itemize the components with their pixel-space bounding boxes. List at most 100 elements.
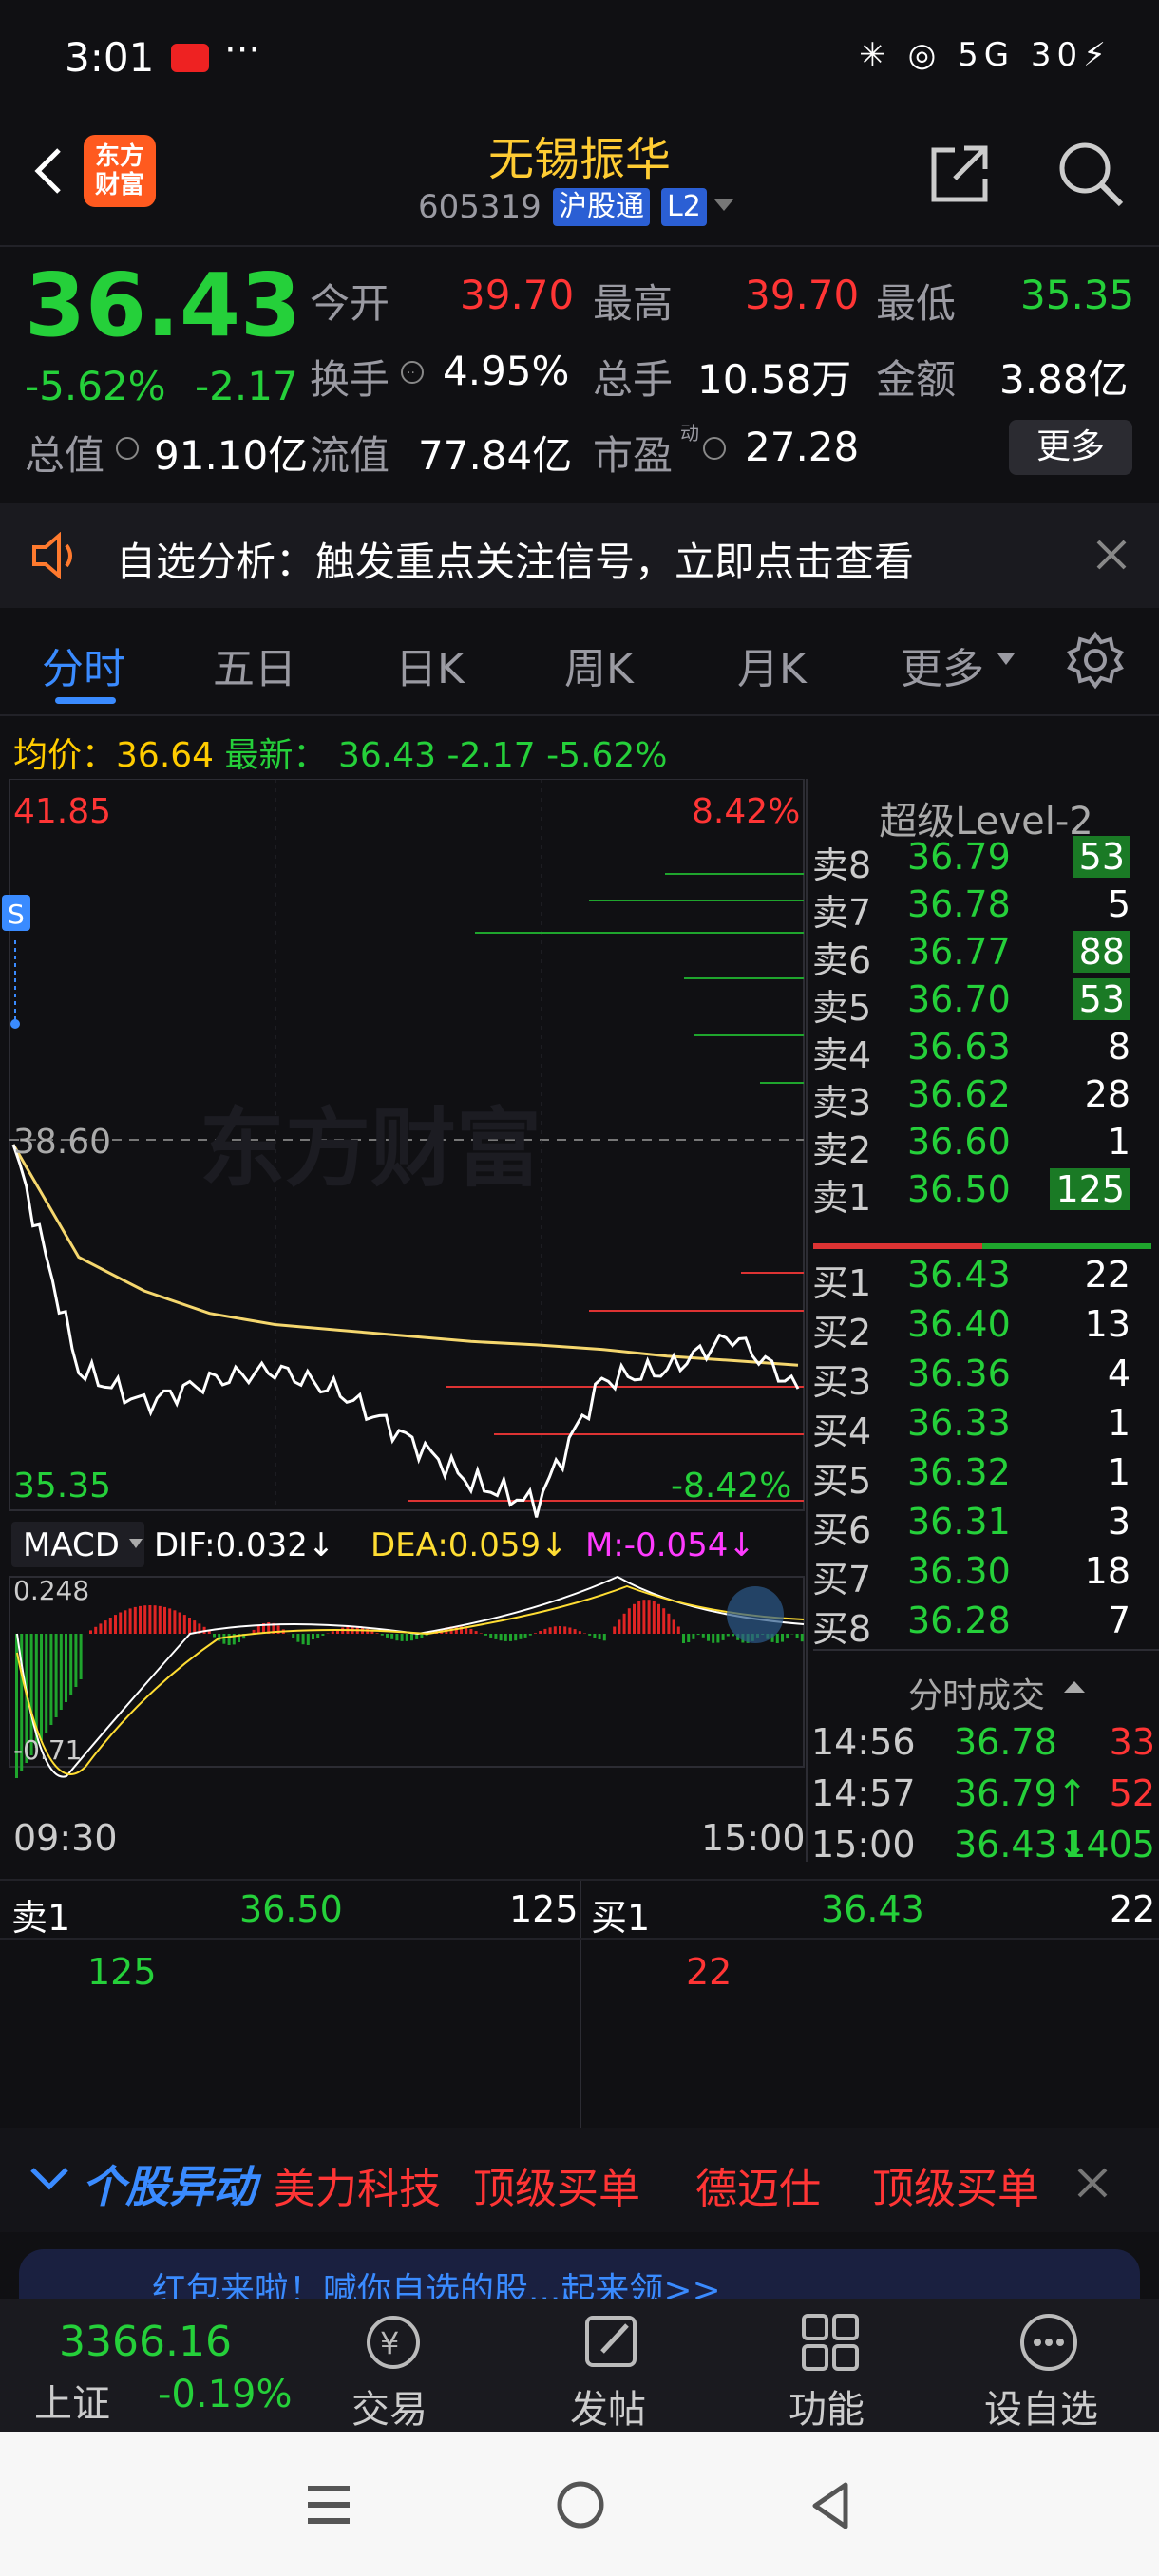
dea-label: DEA:0.059↓ bbox=[370, 1526, 568, 1564]
ticker-item-4[interactable]: 顶级买单 bbox=[872, 2154, 1039, 2215]
ask-row[interactable]: 卖5 36.70 53 bbox=[812, 978, 1159, 1029]
order-price: 36.62 bbox=[907, 1073, 1011, 1115]
macd-bar bbox=[54, 1634, 58, 1717]
ticker-item-2[interactable]: 顶级买单 bbox=[473, 2154, 640, 2215]
gear-icon[interactable] bbox=[1066, 631, 1125, 690]
chevron-up-icon[interactable] bbox=[1064, 1679, 1085, 1695]
promo-banner[interactable]: 红包来啦！喊你自选的股...起来领>> bbox=[19, 2249, 1140, 2299]
macd-bar bbox=[182, 1615, 186, 1634]
macd-bar bbox=[49, 1634, 53, 1725]
info-icon[interactable] bbox=[701, 435, 728, 462]
more-button[interactable]: 更多 bbox=[1009, 420, 1132, 475]
ask-row[interactable]: 卖8 36.79 53 bbox=[812, 836, 1159, 886]
ticker-item-3[interactable]: 德迈仕 bbox=[695, 2154, 821, 2215]
divider bbox=[0, 714, 1159, 716]
svg-text:¥: ¥ bbox=[380, 2325, 399, 2361]
bid-row[interactable]: 买2 36.40 13 bbox=[812, 1303, 1159, 1354]
bid-row[interactable]: 买4 36.33 1 bbox=[812, 1402, 1159, 1452]
order-level-label: 卖4 bbox=[812, 1034, 872, 1076]
grid-icon[interactable] bbox=[798, 2310, 863, 2375]
back-icon[interactable] bbox=[808, 2479, 853, 2532]
divider bbox=[0, 245, 1159, 247]
tab-weekly-k[interactable]: 周K bbox=[564, 635, 634, 695]
macd-bar bbox=[499, 1634, 503, 1641]
tab-indicator bbox=[55, 697, 116, 704]
macd-bar bbox=[568, 1627, 572, 1634]
tab-monthly-k[interactable]: 月K bbox=[737, 635, 807, 695]
volume-label: 总手 bbox=[593, 356, 674, 403]
latest-value: 36.43 bbox=[338, 736, 437, 775]
index-change[interactable]: -0.19% bbox=[158, 2373, 293, 2416]
ticker-title: 个股异动 bbox=[82, 2161, 256, 2212]
home-icon[interactable] bbox=[555, 2479, 606, 2530]
level-tag[interactable]: L2 bbox=[661, 188, 707, 226]
nav-post[interactable]: 发帖 bbox=[570, 2378, 646, 2434]
tab-intraday[interactable]: 分时 bbox=[42, 635, 125, 695]
tab-daily-k[interactable]: 日K bbox=[395, 635, 465, 695]
tab-five-day[interactable]: 五日 bbox=[213, 635, 296, 695]
open-label: 今开 bbox=[310, 280, 390, 327]
bid-row[interactable]: 买1 36.43 22 bbox=[812, 1254, 1159, 1304]
index-value[interactable]: 3366.16 bbox=[59, 2318, 232, 2366]
trades-title[interactable]: 分时成交 bbox=[908, 1668, 1045, 1717]
bid-row[interactable]: 买5 36.32 1 bbox=[812, 1451, 1159, 1502]
order-price: 36.33 bbox=[907, 1402, 1011, 1444]
bid-row[interactable]: 买3 36.36 4 bbox=[812, 1353, 1159, 1403]
bid-row[interactable]: 买8 36.28 7 bbox=[812, 1600, 1159, 1650]
info-icon[interactable] bbox=[114, 435, 141, 462]
price-line bbox=[11, 1144, 800, 1518]
order-volume: 28 bbox=[1084, 1073, 1130, 1115]
ask-row[interactable]: 卖3 36.62 28 bbox=[812, 1073, 1159, 1124]
search-icon[interactable] bbox=[1054, 138, 1127, 210]
float-label: 流值 bbox=[310, 432, 390, 479]
order-price: 36.40 bbox=[907, 1303, 1011, 1345]
index-name[interactable]: 上证 bbox=[34, 2373, 110, 2428]
edit-icon[interactable] bbox=[580, 2310, 644, 2375]
trade-row: 15:00 36.43↓ 1405 bbox=[811, 1824, 1155, 1871]
alert-text: 自选分析：触发重点关注信号，立即点击查看 bbox=[116, 539, 915, 585]
nav-add-watchlist[interactable]: 设自选 bbox=[984, 2378, 1098, 2434]
macd-bar bbox=[188, 1618, 191, 1634]
macd-bar bbox=[637, 1601, 641, 1634]
macd-bar bbox=[479, 1633, 483, 1634]
bid-row[interactable]: 买7 36.30 18 bbox=[812, 1550, 1159, 1601]
ask-row[interactable]: 卖4 36.63 8 bbox=[812, 1026, 1159, 1076]
macd-bar bbox=[553, 1626, 557, 1634]
chevron-down-icon[interactable] bbox=[28, 2164, 70, 2192]
status-bar: 3:01 ··· ✳ ◎ 5G 30⚡ bbox=[0, 0, 1159, 114]
bid-row[interactable]: 买6 36.31 3 bbox=[812, 1501, 1159, 1551]
chevron-down-icon[interactable] bbox=[714, 199, 733, 213]
ask-row[interactable]: 卖7 36.78 5 bbox=[812, 883, 1159, 934]
macd-bar bbox=[598, 1634, 601, 1639]
ticker-item-1[interactable]: 美力科技 bbox=[274, 2154, 441, 2215]
tab-more[interactable]: 更多 bbox=[901, 635, 984, 695]
latest-change: -2.17 bbox=[446, 736, 536, 775]
divider bbox=[813, 1649, 1159, 1651]
close-icon[interactable] bbox=[1094, 538, 1129, 572]
order-volume: 53 bbox=[1073, 978, 1130, 1020]
share-icon[interactable] bbox=[926, 141, 993, 207]
macd-bottom-label: -0.71 bbox=[13, 1734, 82, 1766]
info-icon[interactable]: ·· bbox=[399, 359, 426, 386]
ask-row[interactable]: 卖1 36.50 125 bbox=[812, 1168, 1159, 1219]
macd-bar bbox=[528, 1634, 532, 1636]
more-dots-icon[interactable] bbox=[1016, 2310, 1081, 2375]
menu-icon[interactable] bbox=[304, 2483, 353, 2527]
nav-function[interactable]: 功能 bbox=[788, 2378, 864, 2434]
alert-banner[interactable]: 自选分析：触发重点关注信号，立即点击查看 bbox=[0, 503, 1159, 608]
ask-row[interactable]: 卖2 36.60 1 bbox=[812, 1121, 1159, 1171]
low-value: 35.35 bbox=[1020, 272, 1135, 318]
close-icon[interactable] bbox=[1075, 2166, 1110, 2200]
nav-trade[interactable]: 交易 bbox=[352, 2378, 428, 2434]
trade-icon[interactable]: ¥ bbox=[361, 2310, 426, 2375]
macd-bar bbox=[509, 1634, 512, 1641]
bid-ask-divider bbox=[813, 1235, 1151, 1249]
ask-row[interactable]: 卖6 36.77 88 bbox=[812, 931, 1159, 981]
macd-bar bbox=[696, 1634, 700, 1636]
macd-bar bbox=[59, 1634, 63, 1710]
dif-label: DIF:0.032↓ bbox=[154, 1526, 334, 1564]
intraday-chart[interactable]: 东方财富 S 41.85 8.42% 38.60 35.35 -8.42% MA… bbox=[0, 779, 808, 1862]
divider bbox=[0, 1938, 1159, 1940]
order-volume: 1 bbox=[1107, 1121, 1130, 1163]
macd-bar bbox=[707, 1634, 710, 1641]
